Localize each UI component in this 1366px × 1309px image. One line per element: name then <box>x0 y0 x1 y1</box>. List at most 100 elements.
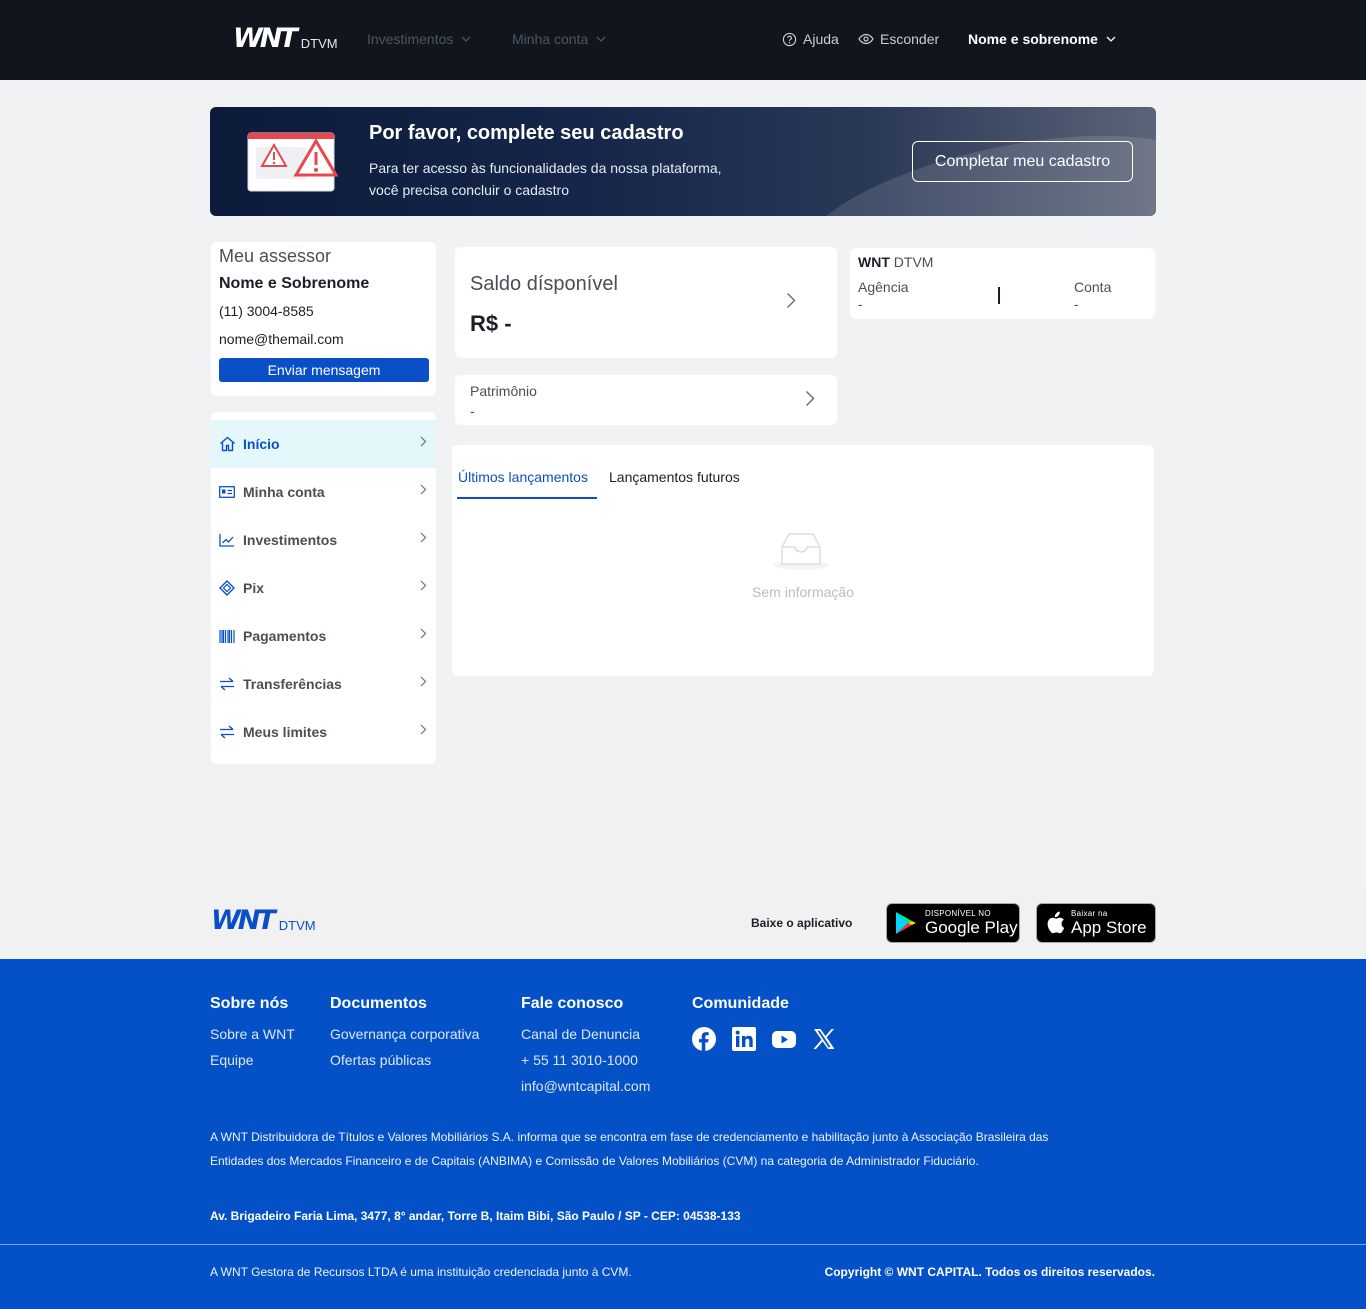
chevron-right-icon <box>805 390 815 407</box>
footer-heading: Documentos <box>330 995 427 1012</box>
hide-values-toggle[interactable]: Esconder <box>858 31 939 47</box>
patrimony-value: - <box>470 403 475 419</box>
active-tab-indicator <box>457 497 597 499</box>
sidebar-item-pagamentos[interactable]: Pagamentos <box>211 612 436 660</box>
advisor-phone: (11) 3004-8585 <box>219 303 314 319</box>
app-store-big-text: App Store <box>1071 918 1147 937</box>
linkedin-icon[interactable] <box>732 1027 756 1051</box>
patrimony-card[interactable]: Patrimônio - <box>455 375 837 425</box>
sidebar-item-minha-conta[interactable]: Minha conta <box>211 468 436 516</box>
footer-link-sobre-wnt[interactable]: Sobre a WNT <box>210 1021 295 1047</box>
sidebar-item-label: Transferências <box>243 676 342 692</box>
help-link[interactable]: Ajuda <box>782 31 839 47</box>
sidebar-item-meus-limites[interactable]: Meus limites <box>211 708 436 756</box>
sidebar-item-label: Pix <box>243 580 265 596</box>
sidebar-item-label: Minha conta <box>243 484 325 500</box>
footer-divider <box>0 1244 1366 1245</box>
legal-notice-line: Entidades dos Mercados Financeiro e de C… <box>210 1154 979 1168</box>
facebook-icon[interactable] <box>692 1027 716 1051</box>
chevron-right-icon <box>420 532 427 543</box>
bank-name-bold: WNT <box>858 254 890 270</box>
tab-ultimos-lancamentos[interactable]: Últimos lançamentos <box>458 469 588 485</box>
footer-wnt-logo[interactable]: WNT DTVM <box>211 907 316 934</box>
advisor-heading: Meu assessor <box>219 246 332 266</box>
eye-icon <box>858 33 874 45</box>
footer-link-denuncia[interactable]: Canal de Denuncia <box>521 1021 650 1047</box>
warning-illustration-icon <box>247 132 339 192</box>
footer-link-equipe[interactable]: Equipe <box>210 1047 295 1073</box>
send-message-button[interactable]: Enviar mensagem <box>219 358 429 382</box>
chevron-right-icon <box>786 292 796 309</box>
bank-name: WNT DTVM <box>858 254 933 270</box>
user-menu[interactable]: Nome e sobrenome <box>968 31 1116 47</box>
tab-lancamentos-futuros[interactable]: Lançamentos futuros <box>609 469 740 485</box>
transfer-icon <box>218 723 236 741</box>
agency-block: Agência - <box>858 279 909 313</box>
footer-heading: Comunidade <box>692 995 789 1012</box>
home-icon <box>218 435 236 453</box>
bank-name-rest: DTVM <box>889 254 934 270</box>
nav-minha-conta-label: Minha conta <box>512 31 589 47</box>
footer-logo-sub: DTVM <box>278 918 316 933</box>
pix-icon <box>218 579 236 597</box>
agency-label: Agência <box>858 279 909 295</box>
balance-card[interactable]: Saldo dísponível R$ - <box>455 247 837 358</box>
sidebar-item-pix[interactable]: Pix <box>211 564 436 612</box>
sidebar-item-transferencias[interactable]: Transferências <box>211 660 436 708</box>
wnt-logo[interactable]: WNT DTVM <box>233 25 338 52</box>
x-icon[interactable] <box>812 1027 836 1051</box>
advisor-name: Nome e Sobrenome <box>219 275 370 292</box>
banner-text: Para ter acesso às funcionalidades da no… <box>369 157 769 201</box>
footer-link-email[interactable]: info@wntcapital.com <box>521 1073 650 1099</box>
top-navbar: WNT DTVM Investimentos Minha conta Ajuda… <box>0 0 1366 80</box>
nav-investimentos[interactable]: Investimentos <box>367 31 471 47</box>
chevron-right-icon <box>420 628 427 639</box>
empty-inbox-icon <box>773 533 829 570</box>
patrimony-label: Patrimônio <box>470 383 537 399</box>
footer-heading: Sobre nós <box>210 995 289 1012</box>
help-label: Ajuda <box>803 31 839 47</box>
complete-registration-button[interactable]: Completar meu cadastro <box>912 141 1133 182</box>
app-store-badge[interactable]: Baixar na App Store <box>1036 903 1156 943</box>
chevron-down-icon <box>461 36 471 42</box>
footer-link-governanca[interactable]: Governança corporativa <box>330 1021 479 1047</box>
empty-state-text: Sem informação <box>752 584 854 600</box>
chevron-down-icon <box>596 36 606 42</box>
complete-registration-banner: Por favor, complete seu cadastro Para te… <box>210 107 1156 216</box>
footer-col-comunidade: Comunidade <box>692 995 836 1051</box>
hide-label: Esconder <box>880 31 940 47</box>
barcode-icon <box>218 627 236 645</box>
sidebar-menu: Início Minha conta Investimentos Pix Pag… <box>211 412 436 764</box>
balance-value: R$ - <box>470 311 512 336</box>
legal-notice: A WNT Distribuidora de Títulos e Valores… <box>210 1125 1130 1173</box>
footer-link-ofertas[interactable]: Ofertas públicas <box>330 1047 479 1073</box>
sidebar-item-label: Início <box>243 436 280 452</box>
banner-text-line: Para ter acesso às funcionalidades da no… <box>369 160 722 176</box>
footer-col-fale-conosco: Fale conosco Canal de Denuncia + 55 11 3… <box>521 995 650 1099</box>
footer-col-sobre: Sobre nós Sobre a WNT Equipe <box>210 995 295 1073</box>
app-store-small-text: Baixar na <box>1071 909 1108 918</box>
google-play-small-text: DISPONÍVEL NO <box>925 909 991 918</box>
sidebar-item-label: Pagamentos <box>243 628 327 644</box>
youtube-icon[interactable] <box>772 1027 796 1051</box>
chevron-down-icon <box>1106 36 1116 42</box>
chevron-right-icon <box>420 580 427 591</box>
account-number-block: Conta - <box>1074 279 1111 313</box>
sidebar-item-investimentos[interactable]: Investimentos <box>211 516 436 564</box>
cvm-notice: A WNT Gestora de Recursos LTDA é uma ins… <box>210 1265 632 1279</box>
sidebar-item-label: Meus limites <box>243 724 328 740</box>
nav-investimentos-label: Investimentos <box>367 31 454 47</box>
apple-icon <box>1047 911 1065 934</box>
nav-minha-conta[interactable]: Minha conta <box>512 31 606 47</box>
user-name: Nome e sobrenome <box>968 31 1098 47</box>
footer-link-phone[interactable]: + 55 11 3010-1000 <box>521 1047 650 1073</box>
google-play-icon <box>896 912 916 934</box>
google-play-badge[interactable]: DISPONÍVEL NO Google Play <box>886 903 1020 943</box>
transactions-card: Últimos lançamentos Lançamentos futuros … <box>452 445 1154 676</box>
help-circle-icon <box>782 32 797 46</box>
sidebar-item-inicio[interactable]: Início <box>211 420 436 468</box>
social-links <box>692 1027 836 1051</box>
agency-value: - <box>858 296 863 312</box>
complete-registration-ghost-button[interactable]: Completar meu cadastro <box>886 367 1107 408</box>
logo-sub: DTVM <box>300 36 338 51</box>
